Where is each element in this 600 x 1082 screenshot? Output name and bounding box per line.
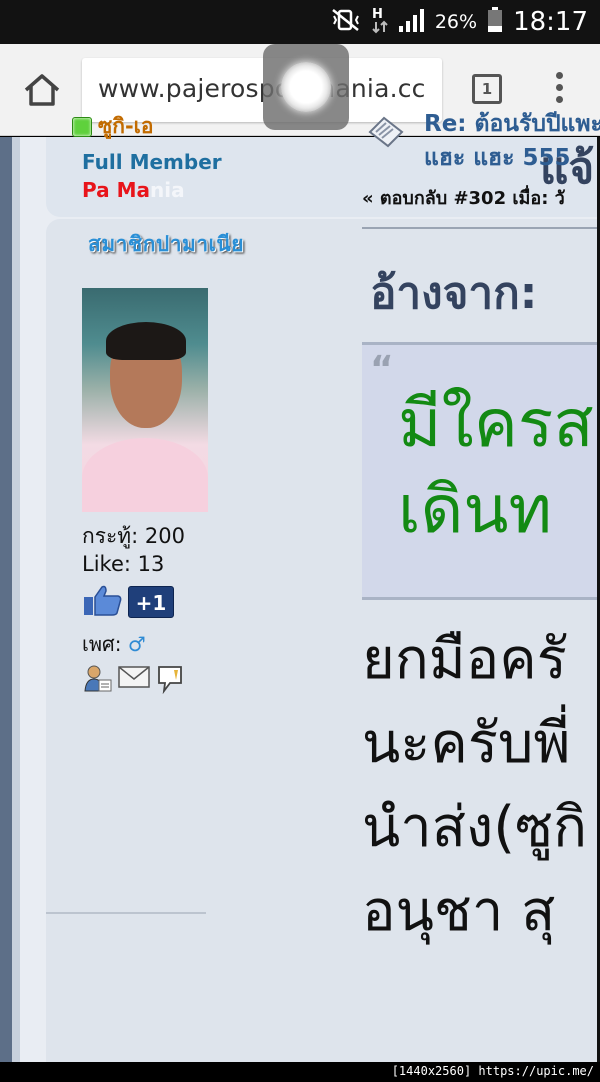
divider [46,912,206,914]
tab-switcher-button[interactable]: 1 [472,74,502,104]
post-subject-line1: Re: ต้อนรับปีแพะ [424,111,600,137]
divider [362,227,600,229]
poster-name-row[interactable]: ซูกิ-เอ [72,110,153,143]
svg-text:H: H [372,7,383,22]
like-button[interactable] [82,583,124,621]
network-type-icon: H [371,5,389,39]
reply-meta: « ตอบกลับ #302 เมื่อ: วั [362,188,565,209]
member-group: Pa Mania [82,178,185,202]
post-subject-line2: แฮะ แฮะ 555 [424,145,571,171]
document-stack-icon [368,116,404,148]
battery-percent: 26% [434,11,478,33]
gender-label: เพศ: [82,632,122,656]
page-edge-shade [12,137,20,1062]
clock: 18:17 [513,7,588,37]
post-body: ยกมือครั นะครับพี่ นำส่ง(ซูกิ อนุชา สุ [362,618,587,954]
profile-button[interactable] [84,664,112,698]
online-status-icon [72,116,92,137]
mute-vibrate-icon [331,8,361,36]
page-edge [0,137,12,1062]
url-text: www.pajerosportmania.cc [98,74,426,103]
status-bar: H 26% 18:17 [0,0,600,44]
body-line: นำส่ง(ซูกิ [362,795,588,860]
home-button[interactable] [22,72,62,108]
overflow-menu-button[interactable] [552,72,566,108]
post-count: กระทู้: 200 [82,524,185,548]
member-badge: สมาชิกปามาเนีย [88,232,245,256]
quote-line: มีใครส [398,385,594,462]
poster-name[interactable]: ซูกิ-เอ [98,110,153,143]
male-icon: ♂ [127,632,146,656]
quote-header[interactable]: อ้างจาก: [370,258,537,328]
home-icon [24,74,60,106]
menu-dot-icon [555,72,563,79]
email-button[interactable] [118,664,150,698]
like-row: +1 [82,583,174,621]
watermark: [1440x2560] https://upic.me/ [387,1062,598,1080]
member-rank: Full Member [82,150,222,174]
plus-one-button[interactable]: +1 [128,586,174,618]
body-line: ยกมือครั [362,627,567,692]
quote-text: มีใครส เดินท [398,381,594,553]
poster-stats: กระทู้: 200 Like: 13 [82,522,185,578]
signal-icon [398,8,425,36]
menu-dot-icon [555,84,563,91]
thumbs-up-icon [84,585,122,616]
body-line: นะครับพี่ [362,711,571,776]
avatar[interactable] [82,288,208,512]
contact-row [84,664,184,698]
envelope-icon [118,666,150,688]
personal-message-button[interactable] [156,664,184,698]
quote-mark-icon: “ [370,349,394,390]
profile-icon [84,665,112,692]
quote-block: “ มีใครส เดินท [362,342,600,600]
member-group-text-faded: nia [149,178,185,202]
member-group-text: Pa Ma [82,178,150,202]
menu-dot-icon [555,96,563,103]
quote-line: เดินท [398,471,553,548]
gender-row: เพศ: ♂ [82,628,146,660]
body-line: อนุชา สุ [362,879,556,944]
post-subject[interactable]: Re: ต้อนรับปีแพะ แฮะ แฮะ 555 [424,107,600,175]
post-icon [366,112,408,156]
avatar-shirt [82,438,208,512]
avatar-hair [106,322,186,360]
like-count: Like: 13 [82,552,165,576]
message-bubble-icon [158,666,182,695]
touch-indicator [263,44,349,130]
battery-icon [487,7,503,37]
